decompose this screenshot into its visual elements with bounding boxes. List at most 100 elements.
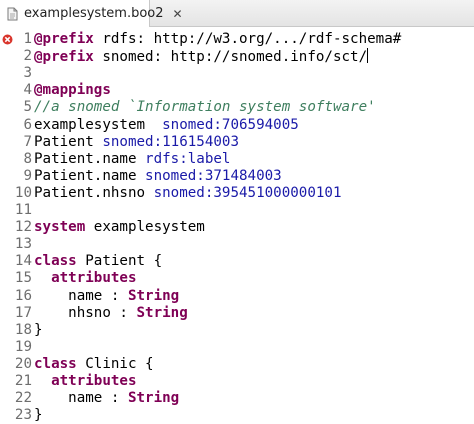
line-number: 6 — [23, 116, 32, 133]
line-number: 21 — [14, 373, 32, 389]
text-caret — [367, 48, 369, 64]
code-text: name : String — [34, 288, 179, 305]
text-token: Patient { — [76, 253, 163, 270]
line-number: 19 — [14, 338, 32, 355]
editor-tab-bar: examplesystem.boo2 ✕ — [0, 0, 474, 27]
error-icon[interactable] — [2, 33, 13, 45]
keyword-token: String — [127, 390, 180, 407]
line-number: 18 — [14, 321, 32, 338]
code-text: examplesystem snomed:706594005 — [34, 117, 299, 134]
text-token: name : — [34, 390, 128, 407]
code-line[interactable]: 1 @prefix rdfs: http://w3.org/.../rdf-sch… — [0, 31, 474, 48]
text-token: snomed: http://snomed.info/sct/ — [93, 49, 368, 66]
keyword-token: class — [34, 253, 77, 270]
code-text: } — [34, 322, 43, 339]
line-number: 8 — [23, 150, 32, 167]
text-token: Patient.name — [34, 150, 146, 167]
uri-token: rdfs:label — [145, 150, 231, 167]
code-line[interactable]: 22 name : String — [0, 390, 474, 407]
code-text: Patient.nhsno snomed:395451000000101 — [34, 185, 342, 202]
text-token: examplesystem — [34, 116, 163, 133]
keyword-token: String — [136, 304, 188, 321]
keyword-token: attributes — [51, 270, 137, 287]
line-number: 15 — [14, 270, 32, 287]
line-number: 4 — [23, 82, 32, 99]
code-line[interactable]: 15 attributes — [0, 270, 474, 287]
line-number: 9 — [23, 167, 32, 184]
code-text: Patient.name rdfs:label — [34, 151, 230, 168]
code-line[interactable]: 10 Patient.nhsno snomed:395451000000101 — [0, 185, 474, 202]
code-line[interactable]: 12 system examplesystem — [0, 219, 474, 236]
code-text: @mappings — [34, 82, 111, 99]
keyword-token: @mappings — [34, 82, 111, 99]
code-line[interactable]: 3 — [0, 65, 474, 82]
code-editor[interactable]: 1 @prefix rdfs: http://w3.org/.../rdf-sch… — [0, 28, 474, 423]
text-token: nhsno : — [34, 304, 137, 321]
code-text: attributes — [34, 373, 137, 390]
uri-token: snomed:371484003 — [145, 167, 282, 184]
code-line[interactable]: 7 Patient snomed:116154003 — [0, 134, 474, 151]
code-line[interactable]: 16 name : String — [0, 288, 474, 305]
code-line[interactable]: 20 class Clinic { — [0, 356, 474, 373]
code-line[interactable]: 23} — [0, 407, 474, 424]
keyword-token: attributes — [51, 373, 137, 389]
line-number: 5 — [23, 99, 32, 116]
line-number: 3 — [23, 65, 32, 82]
code-text: attributes — [34, 270, 137, 287]
text-token: } — [34, 321, 43, 338]
code-line[interactable]: 9 Patient.name snomed:371484003 — [0, 168, 474, 185]
text-token: Patient.name — [34, 167, 146, 184]
code-text: } — [34, 407, 43, 424]
keyword-token: class — [34, 355, 77, 372]
line-number: 2 — [23, 48, 32, 65]
code-line[interactable]: 2 @prefix snomed: http://snomed.info/sct/ — [0, 48, 474, 65]
code-line[interactable]: 8 Patient.name rdfs:label — [0, 151, 474, 168]
code-line[interactable]: 13 — [0, 236, 474, 253]
keyword-token: @prefix — [34, 49, 94, 66]
code-line[interactable]: 17 nhsno : String — [0, 305, 474, 322]
code-text: Patient.name snomed:371484003 — [34, 168, 282, 185]
line-number: 22 — [14, 390, 32, 407]
line-number: 20 — [14, 355, 32, 372]
code-text: nhsno : String — [34, 305, 188, 322]
text-token: rdfs: http://w3.org/.../rdf-schema# — [93, 31, 402, 47]
text-token: Clinic { — [76, 355, 154, 372]
line-number: 1 — [23, 31, 32, 47]
uri-token: snomed:116154003 — [102, 133, 240, 150]
code-text: name : String — [34, 390, 179, 407]
text-token: } — [34, 407, 43, 424]
code-text: class Clinic { — [34, 356, 154, 373]
file-icon — [5, 7, 19, 21]
code-line[interactable]: 11 — [0, 202, 474, 219]
uri-token: snomed:706594005 — [162, 116, 299, 133]
line-number: 12 — [14, 219, 32, 236]
line-number: 10 — [14, 184, 32, 201]
code-line[interactable]: 4 @mappings — [0, 82, 474, 99]
line-number: 17 — [14, 304, 32, 321]
text-token: Patient.nhsno — [34, 184, 154, 201]
code-line[interactable]: 18} — [0, 322, 474, 339]
code-text: system examplesystem — [34, 219, 205, 236]
line-number: 11 — [14, 202, 32, 218]
text-token: Patient — [34, 133, 103, 150]
code-text: Patient snomed:116154003 — [34, 134, 239, 151]
code-text: @prefix snomed: http://snomed.info/sct/ — [34, 48, 369, 66]
comment-token: //a snomed `Information system software' — [34, 99, 376, 116]
line-number: 14 — [14, 253, 32, 270]
text-token: name : — [34, 287, 128, 304]
code-line[interactable]: 14 class Patient { — [0, 253, 474, 270]
keyword-token: system — [34, 219, 86, 236]
code-line[interactable]: 19 — [0, 339, 474, 356]
editor-tab[interactable]: examplesystem.boo2 ✕ — [0, 0, 183, 27]
keyword-token: @prefix — [34, 31, 94, 47]
close-tab-icon[interactable]: ✕ — [173, 7, 183, 21]
code-line[interactable]: 6 examplesystem snomed:706594005 — [0, 117, 474, 134]
code-line[interactable]: 21 attributes — [0, 373, 474, 390]
tab-title: examplesystem.boo2 — [24, 6, 164, 21]
keyword-token: String — [127, 287, 180, 304]
code-line[interactable]: 5//a snomed `Information system software… — [0, 99, 474, 116]
uri-token: snomed:395451000000101 — [153, 184, 342, 201]
line-number: 16 — [14, 287, 32, 304]
